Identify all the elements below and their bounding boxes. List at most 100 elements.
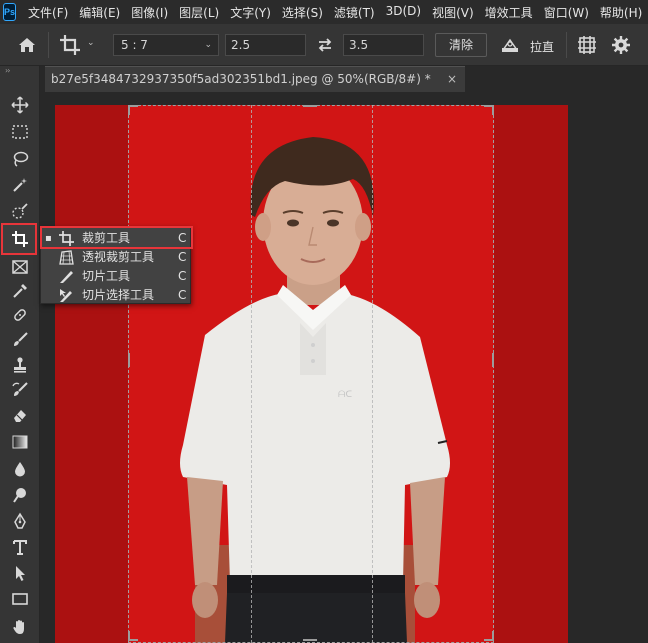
menu-window[interactable]: 窗口(W) (544, 4, 589, 21)
menu-edit[interactable]: 编辑(E) (79, 4, 120, 21)
menu-bar: Ps 文件(F) 编辑(E) 图像(I) 图层(L) 文字(Y) 选择(S) 滤… (0, 0, 648, 24)
bandage-icon (14, 309, 26, 321)
crop-tool[interactable] (8, 228, 32, 250)
document-tab-bar: b27e5f3484732937350f5ad302351bd1.jpeg @ … (40, 66, 648, 92)
object-selection-tool[interactable] (8, 200, 32, 222)
chevron-down-icon[interactable]: ⌄ (87, 38, 95, 48)
chevron-down-icon: ⌄ (204, 40, 212, 50)
crop-icon (12, 231, 28, 247)
crop-handle-top-left-v[interactable] (128, 105, 130, 115)
arrow-cursor-icon (16, 566, 25, 581)
gear-icon[interactable] (611, 35, 631, 55)
flyout-label: 切片选择工具 (82, 288, 155, 302)
crop-handle-bottom[interactable] (303, 639, 317, 641)
frame-tool[interactable] (8, 256, 32, 278)
type-icon (13, 540, 27, 555)
frame-icon (12, 260, 28, 274)
height-input[interactable]: 3.5 (343, 34, 424, 56)
rectangle-tool[interactable] (8, 588, 32, 610)
crop-handle-bottom-left[interactable] (128, 639, 138, 641)
menu-view[interactable]: 视图(V) (432, 4, 474, 21)
photoshop-logo-icon[interactable]: Ps (3, 3, 17, 21)
straighten-icon[interactable] (500, 35, 520, 55)
move-tool[interactable] (8, 94, 32, 116)
menu-select[interactable]: 选择(S) (282, 4, 323, 21)
grid-overlay-icon[interactable] (577, 35, 597, 55)
move-icon (11, 96, 29, 114)
close-icon[interactable]: × (447, 67, 457, 91)
crop-bounding-box[interactable] (128, 105, 494, 643)
tools-panel: ›› (0, 66, 40, 643)
menu-file[interactable]: 文件(F) (28, 4, 68, 21)
flyout-item-perspective-crop[interactable]: 透视裁剪工具 C (41, 248, 192, 267)
dodge-tool[interactable] (8, 484, 32, 506)
flyout-shortcut: C (178, 250, 187, 264)
document-tab[interactable]: b27e5f3484732937350f5ad302351bd1.jpeg @ … (45, 66, 465, 92)
crop-handle-top[interactable] (303, 105, 317, 107)
crop-guide-third-left (251, 105, 252, 643)
menu-type[interactable]: 文字(Y) (230, 4, 271, 21)
type-tool[interactable] (8, 536, 32, 558)
stamp-icon (14, 357, 26, 373)
magic-wand-icon (13, 178, 27, 192)
crop-tool-preset-icon[interactable] (58, 33, 82, 57)
dodge-icon (13, 488, 26, 503)
slice-knife-icon (60, 271, 73, 283)
history-brush-icon (12, 382, 28, 396)
blur-tool[interactable] (8, 458, 32, 480)
magic-wand-tool[interactable] (8, 174, 32, 196)
gradient-icon (12, 435, 28, 449)
separator (566, 32, 567, 58)
healing-brush-tool[interactable] (8, 304, 32, 326)
flyout-shortcut: C (178, 288, 187, 302)
crop-handle-top-right-v[interactable] (492, 105, 494, 115)
document-title: b27e5f3484732937350f5ad302351bd1.jpeg @ … (51, 72, 431, 86)
menu-image[interactable]: 图像(I) (131, 4, 168, 21)
drop-icon (15, 462, 25, 477)
menu-filter[interactable]: 滤镜(T) (334, 4, 375, 21)
separator (48, 32, 49, 58)
crop-handle-bottom-right[interactable] (484, 639, 494, 641)
hand-icon (13, 620, 24, 634)
gradient-tool[interactable] (8, 431, 32, 453)
ratio-select[interactable]: 5 : 7 ⌄ (113, 34, 219, 56)
eraser-tool[interactable] (8, 404, 32, 426)
width-input[interactable]: 2.5 (225, 34, 306, 56)
menu-plugins[interactable]: 增效工具 (485, 4, 533, 21)
menu-3d[interactable]: 3D(D) (386, 4, 421, 21)
brush-tool[interactable] (8, 329, 32, 351)
crop-handle-right[interactable] (492, 353, 494, 367)
marquee-tool[interactable] (8, 121, 32, 143)
flyout-label: 透视裁剪工具 (82, 250, 155, 264)
crop-item-highlight (40, 226, 193, 249)
flyout-item-slice[interactable]: 切片工具 C (41, 267, 192, 286)
history-brush-tool[interactable] (8, 379, 32, 401)
rect-marquee-icon (12, 125, 28, 139)
collapse-panel-icon[interactable]: ›› (5, 66, 11, 75)
home-icon[interactable] (16, 34, 38, 56)
ratio-value: 5 : 7 (121, 38, 148, 52)
clone-stamp-tool[interactable] (8, 354, 32, 376)
brush-icon (14, 332, 28, 346)
menu-items: 文件(F) 编辑(E) 图像(I) 图层(L) 文字(Y) 选择(S) 滤镜(T… (28, 4, 648, 21)
lasso-tool[interactable] (8, 148, 32, 170)
clear-button[interactable]: 清除 (435, 33, 487, 57)
crop-guide-third-right (372, 105, 373, 643)
slice-select-icon (60, 289, 72, 302)
menu-layer[interactable]: 图层(L) (179, 4, 219, 21)
eyedropper-icon (13, 284, 27, 298)
crop-handle-left[interactable] (128, 353, 130, 367)
straighten-label[interactable]: 拉直 (530, 38, 554, 55)
flyout-shortcut: C (178, 269, 187, 283)
object-select-icon (12, 203, 28, 219)
rectangle-icon (12, 593, 28, 605)
pen-tool[interactable] (8, 510, 32, 532)
menu-help[interactable]: 帮助(H) (600, 4, 642, 21)
hand-tool[interactable] (8, 616, 32, 638)
flyout-item-slice-select[interactable]: 切片选择工具 C (41, 286, 192, 305)
pen-icon (14, 512, 26, 529)
swap-icon[interactable] (316, 36, 334, 54)
flyout-label: 切片工具 (82, 269, 131, 283)
eyedropper-tool[interactable] (8, 280, 32, 302)
path-selection-tool[interactable] (8, 562, 32, 584)
